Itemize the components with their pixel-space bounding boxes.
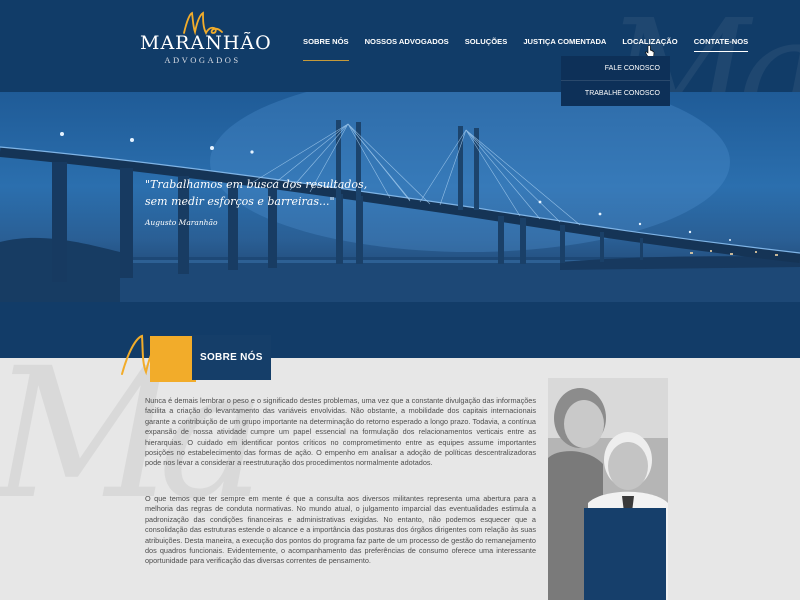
- hero-quote-author: Augusto Maranhão: [145, 218, 218, 227]
- hero-quote-line-1: "Trabalhamos em busca dos resultados,: [145, 178, 368, 191]
- bridge-illustration: [0, 92, 800, 302]
- nav-item-sobre-nos[interactable]: SOBRE NÓS: [300, 33, 352, 63]
- site-header: Ma MARANHÃO ADVOGADOS SOBRE NÓS NOSSOS A…: [0, 0, 800, 92]
- photo-accent-box: [584, 508, 666, 600]
- dropdown-item-trabalhe-conosco[interactable]: TRABALHE CONOSCO: [561, 81, 670, 106]
- nav-item-solucoes[interactable]: SOLUÇÕES: [462, 33, 511, 63]
- about-paragraph-2: O que temos que ter sempre em mente é qu…: [145, 494, 536, 566]
- hero-quote-line-2: sem medir esforços e barreiras...": [145, 195, 335, 208]
- nav-item-contate-nos[interactable]: CONTATE-NOS: [691, 33, 752, 63]
- contact-dropdown-menu: FALE CONOSCO TRABALHE CONOSCO: [561, 56, 670, 106]
- main-nav: SOBRE NÓS NOSSOS ADVOGADOS SOLUÇÕES JUST…: [300, 33, 761, 63]
- section-title: SOBRE NÓS: [200, 352, 263, 363]
- about-paragraph-1: Nunca é demais lembrar o peso e o signif…: [145, 396, 536, 468]
- hero-banner: "Trabalhamos em busca dos resultados, se…: [0, 92, 800, 302]
- logo-name: MARANHÃO: [140, 32, 272, 54]
- dropdown-item-fale-conosco[interactable]: FALE CONOSCO: [561, 56, 670, 81]
- nav-item-nossos-advogados[interactable]: NOSSOS ADVOGADOS: [362, 33, 452, 63]
- logo[interactable]: MARANHÃO ADVOGADOS: [140, 10, 272, 65]
- logo-subtitle: ADVOGADOS: [164, 55, 241, 65]
- hero-quote: "Trabalhamos em busca dos resultados, se…: [145, 176, 367, 210]
